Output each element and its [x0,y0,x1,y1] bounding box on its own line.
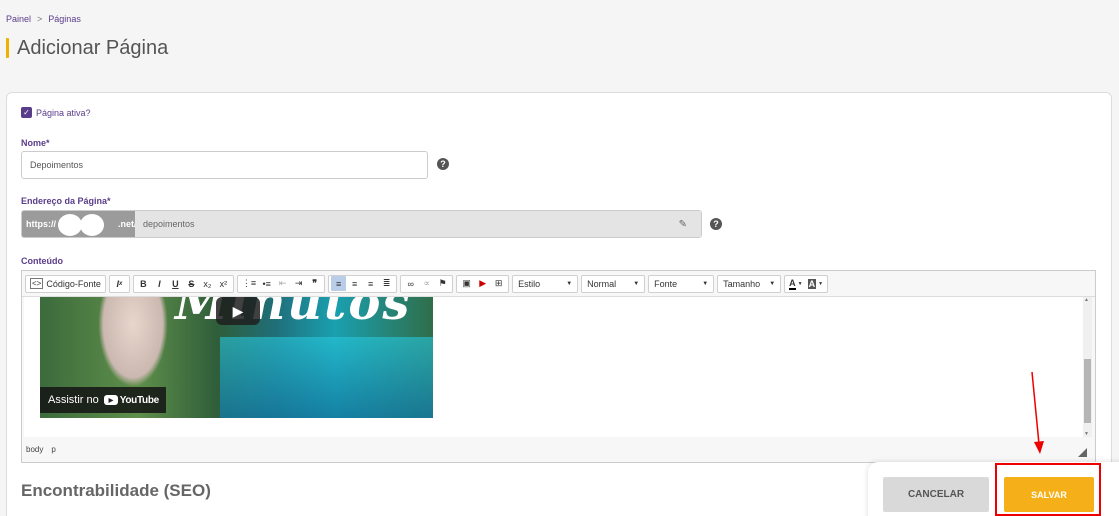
watch-on-youtube[interactable]: Assistir no ▶ YouTube [40,387,166,413]
embedded-video[interactable]: Minutos ▶ Assistir no ▶ YouTube [40,297,433,418]
video-thumbnail-person [98,297,168,387]
source-group: <> Código-Fonte [25,274,106,293]
anchor-flag-icon[interactable]: ⚑ [435,276,450,291]
link-icon[interactable]: ∞ [403,276,418,291]
title-accent-bar [6,38,9,58]
caret-down-icon: ▼ [702,280,709,287]
seo-section-title: Encontrabilidade (SEO) [21,481,211,500]
youtube-icon[interactable]: ▶ [475,276,490,291]
caret-down-icon: ▼ [633,280,640,287]
scroll-up-icon[interactable]: ▲ [1084,297,1089,303]
url-prefix: https:// .net/p [22,211,142,237]
breadcrumb-separator: > [37,14,43,24]
style-select-label: Estilo [518,278,541,289]
name-help-icon[interactable]: ? [437,158,449,170]
active-toggle[interactable]: ✓ Página ativa? [21,107,91,118]
play-icon[interactable]: ▶ [216,297,260,325]
active-checkbox[interactable]: ✓ [21,107,32,118]
blockquote-icon[interactable]: ❞ [307,276,322,291]
name-input[interactable]: Depoimentos [21,151,428,179]
align-justify-icon[interactable]: ≣ [379,276,394,291]
unlink-icon[interactable]: ∝ [419,276,434,291]
page-title-text: Adicionar Página [17,36,169,59]
url-label: Endereço da Página* [21,196,111,206]
superscript-icon[interactable]: x² [216,276,231,291]
background-color-icon[interactable]: A ▼ [806,276,825,291]
bold-icon[interactable]: B [136,276,151,291]
url-prefix-start: https:// [26,219,56,229]
url-help-icon[interactable]: ? [710,218,722,230]
scroll-down-icon[interactable]: ▼ [1084,431,1089,437]
path-body[interactable]: body [26,445,43,454]
video-overlay-text: Minutos [175,297,412,331]
editor-scrollbar[interactable]: ▲ ▼ [1083,297,1092,437]
align-left-icon[interactable]: ≡ [331,276,347,291]
text-color-icon[interactable]: A ▼ [787,276,804,291]
style-select[interactable]: Estilo ▼ [512,274,579,293]
rich-text-editor: <> Código-Fonte Ix B I U S x₂ x² ⋮≡ •≡ ⇤… [21,270,1096,463]
indent-icon[interactable]: ⇥ [291,276,306,291]
editor-toolbar: <> Código-Fonte Ix B I U S x₂ x² ⋮≡ •≡ ⇤… [22,271,1095,297]
breadcrumb-current[interactable]: Páginas [48,14,81,24]
align-center-icon[interactable]: ≡ [347,276,362,291]
source-button[interactable]: <> Código-Fonte [28,276,103,291]
caret-down-icon: ▼ [769,280,776,287]
element-path: body p [26,445,56,454]
content-label: Conteúdo [21,256,63,266]
active-label: Página ativa? [36,107,91,118]
subscript-icon[interactable]: x₂ [200,276,215,291]
color-group: A ▼ A ▼ [784,274,829,293]
align-group: ≡ ≡ ≡ ≣ [328,274,398,293]
format-select[interactable]: Normal ▼ [581,274,646,293]
insert-group: ▣ ▶ ⊞ [456,274,510,293]
path-p[interactable]: p [51,445,55,454]
name-label: Nome* [21,138,50,148]
italic-icon[interactable]: I [152,276,167,291]
watch-label: Assistir no [48,394,99,406]
format-select-label: Normal [587,278,617,289]
size-select-label: Tamanho [723,278,761,289]
image-icon[interactable]: ▣ [459,276,474,291]
video-thumbnail-water [220,337,433,418]
youtube-logo-icon: ▶ YouTube [103,394,160,406]
cancel-button[interactable]: CANCELAR [883,477,989,512]
url-slug-value: depoimentos [143,219,195,229]
font-select-label: Fonte [654,278,678,289]
page-title: Adicionar Página [6,36,168,60]
strikethrough-icon[interactable]: S [184,276,199,291]
annotation-arrow-icon [1031,371,1044,454]
pencil-icon[interactable]: ✎ [679,219,687,230]
breadcrumb: Painel > Páginas [6,14,81,24]
url-field: https:// .net/p depoimentos ✎ [21,210,702,238]
save-highlight-box [995,463,1101,516]
align-right-icon[interactable]: ≡ [363,276,378,291]
list-group: ⋮≡ •≡ ⇤ ⇥ ❞ [236,274,326,293]
caret-down-icon: ▼ [566,280,573,287]
youtube-brand: YouTube [119,394,160,406]
underline-icon[interactable]: U [168,276,183,291]
font-select[interactable]: Fonte ▼ [648,274,715,293]
basic-style-group: B I U S x₂ x² [132,274,234,293]
source-label: Código-Fonte [46,278,101,289]
source-icon: <> [30,278,44,289]
bullet-list-icon[interactable]: •≡ [259,276,274,291]
clear-format-group: Ix [108,274,130,293]
outdent-icon[interactable]: ⇤ [275,276,290,291]
remove-format-icon[interactable]: Ix [112,276,127,291]
url-slug-input[interactable]: depoimentos ✎ [135,211,701,237]
table-icon[interactable]: ⊞ [491,276,506,291]
size-select[interactable]: Tamanho ▼ [717,274,782,293]
resize-handle-icon[interactable] [1078,448,1087,457]
url-redaction [58,214,106,236]
scrollbar-thumb[interactable] [1084,359,1091,423]
numbered-list-icon[interactable]: ⋮≡ [240,276,258,291]
link-group: ∞ ∝ ⚑ [400,274,454,293]
editor-content[interactable]: Minutos ▶ Assistir no ▶ YouTube [24,297,1084,437]
breadcrumb-root[interactable]: Painel [6,14,31,24]
